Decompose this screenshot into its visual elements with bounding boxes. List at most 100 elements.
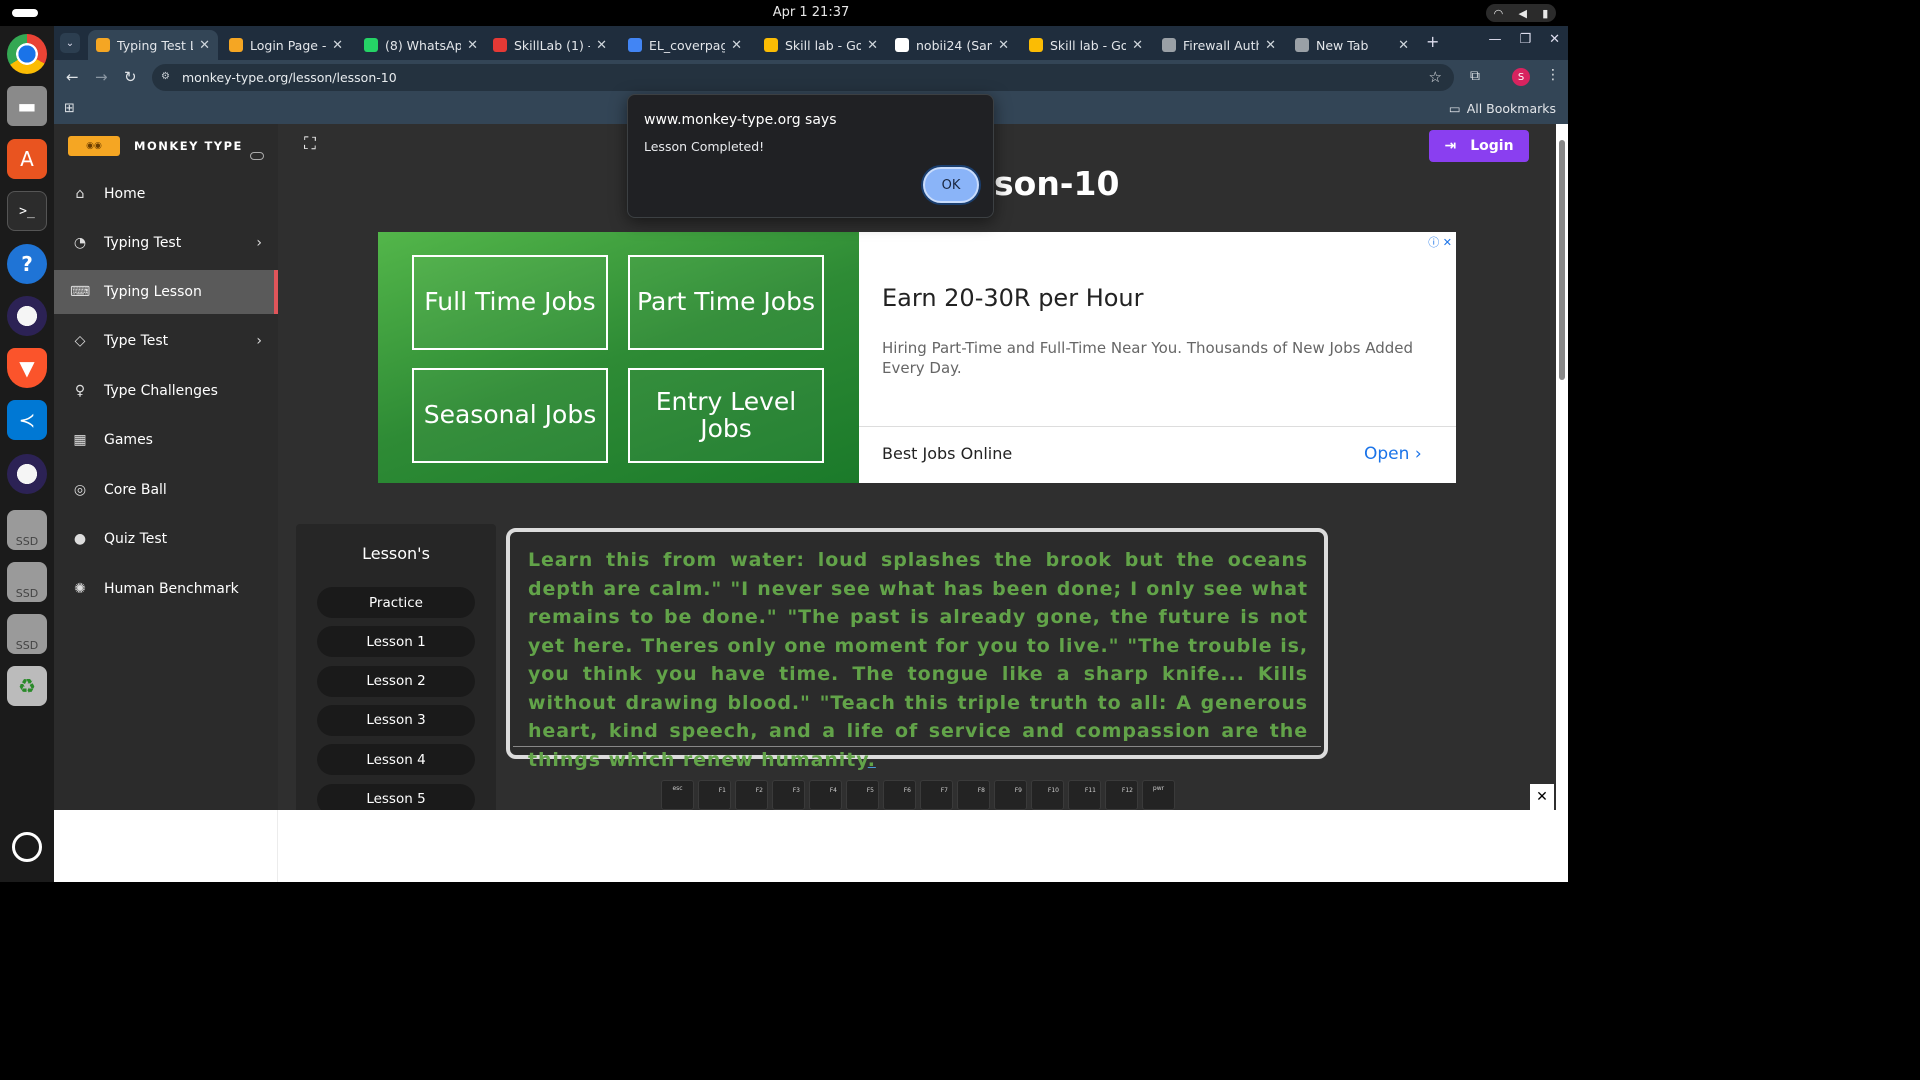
help-icon[interactable]: ? xyxy=(7,244,47,284)
ad-tile[interactable]: Entry Level Jobs xyxy=(628,368,824,463)
ad-tile[interactable]: Part Time Jobs xyxy=(628,255,824,350)
tab-search-icon[interactable]: ⌄ xyxy=(60,33,80,53)
ad-tile[interactable]: Seasonal Jobs xyxy=(412,368,608,463)
eclipse-icon[interactable] xyxy=(7,296,47,336)
sidebar-item[interactable]: ♀ Type Challenges xyxy=(54,369,278,413)
system-tray[interactable]: ◠ ◀ ▮ xyxy=(1486,4,1556,22)
lesson-button[interactable]: Lesson 1 xyxy=(317,626,475,658)
theme-toggle[interactable] xyxy=(250,152,264,160)
browser-tab[interactable]: Typing Test Le ✕ xyxy=(88,30,218,60)
lesson-button[interactable]: Lesson 4 xyxy=(317,744,475,776)
show-apps-icon[interactable] xyxy=(12,832,42,862)
ad-image[interactable]: Full Time Jobs Part Time Jobs Seasonal J… xyxy=(378,232,859,483)
favicon-icon xyxy=(493,38,507,52)
keyboard-icon: ⌨ xyxy=(70,284,91,300)
tab-close-icon[interactable]: ✕ xyxy=(467,38,478,53)
monkey-logo-icon: ◉◉ xyxy=(68,136,120,156)
url-text: monkey-type.org/lesson/lesson-10 xyxy=(182,70,397,85)
minimize-icon[interactable]: — xyxy=(1488,32,1501,47)
trash-icon[interactable]: ♻ xyxy=(7,666,47,706)
lesson-button[interactable]: Lesson 5 xyxy=(317,783,475,810)
tab-title: New Tab xyxy=(1316,37,1369,53)
sidebar-item[interactable]: ● Quiz Test xyxy=(54,517,278,561)
browser-tab[interactable]: Login Page - W ✕ xyxy=(221,30,351,60)
tab-close-icon[interactable]: ✕ xyxy=(596,38,607,53)
ssd-drive-icon[interactable]: SSD xyxy=(7,614,47,654)
lesson-text-box[interactable]: Learn this from water: loud splashes the… xyxy=(506,528,1328,771)
restore-icon[interactable]: ❐ xyxy=(1519,32,1531,47)
back-icon[interactable]: ← xyxy=(66,68,79,86)
brave-icon[interactable]: ▼ xyxy=(7,348,47,388)
sidebar-item[interactable]: ▦ Games xyxy=(54,418,278,462)
ssd-drive-icon[interactable]: SSD xyxy=(7,510,47,550)
app-center-icon[interactable]: A xyxy=(7,139,47,179)
reload-icon[interactable]: ↻ xyxy=(124,68,137,86)
page-scrollbar[interactable] xyxy=(1556,124,1568,810)
browser-tab[interactable]: Skill lab - Goo ✕ xyxy=(1021,30,1151,60)
files-icon[interactable]: ▬ xyxy=(7,86,47,126)
forward-icon[interactable]: → xyxy=(95,68,108,86)
system-clock[interactable]: Apr 1 21:37 xyxy=(0,5,1622,20)
chrome-icon[interactable] xyxy=(7,34,47,74)
ad-advertiser: Best Jobs Online xyxy=(882,444,1013,463)
keyboard-key: esc xyxy=(661,780,694,810)
lesson-button[interactable]: Lesson 2 xyxy=(317,665,475,697)
chevron-right-icon[interactable]: › xyxy=(256,235,262,251)
browser-tab[interactable]: (8) WhatsApp ✕ xyxy=(356,30,486,60)
tab-title: Login Page - W xyxy=(250,37,327,53)
ad-choices-icon[interactable]: ⓘ ✕ xyxy=(1428,234,1452,250)
tab-close-icon[interactable]: ✕ xyxy=(731,38,742,53)
browser-tab[interactable]: Firewall Auth ✕ xyxy=(1154,30,1284,60)
ad-tile[interactable]: Full Time Jobs xyxy=(412,255,608,350)
browser-menu-icon[interactable]: ⋮ xyxy=(1546,67,1560,83)
terminal-icon[interactable]: >_ xyxy=(7,191,47,231)
profile-avatar[interactable]: S xyxy=(1512,68,1530,86)
ad-description: Hiring Part-Time and Full-Time Near You.… xyxy=(882,339,1413,377)
brand-name: MONKEY TYPE xyxy=(134,139,243,153)
sidebar-item[interactable]: ⌨ Typing Lesson xyxy=(54,270,278,314)
browser-tab[interactable]: New Tab ✕ xyxy=(1287,30,1417,60)
lesson-button[interactable]: Practice xyxy=(317,587,475,618)
bookmark-star-icon[interactable]: ☆ xyxy=(1429,68,1442,86)
browser-tab[interactable]: EL_coverpage ✕ xyxy=(620,30,750,60)
scrollbar-thumb[interactable] xyxy=(1559,140,1565,380)
new-tab-button[interactable]: + xyxy=(1426,32,1439,51)
ad-headline[interactable]: Earn 20-30R per Hour xyxy=(882,284,1144,312)
browser-tab[interactable]: nobii24 (Sam ✕ xyxy=(887,30,1017,60)
apps-grid-icon[interactable]: ⊞ xyxy=(64,101,75,116)
tab-close-icon[interactable]: ✕ xyxy=(1398,38,1409,53)
brand[interactable]: ◉◉ MONKEY TYPE xyxy=(68,136,243,156)
advertisement[interactable]: Full Time Jobs Part Time Jobs Seasonal J… xyxy=(378,232,1456,483)
tab-close-icon[interactable]: ✕ xyxy=(1132,38,1143,53)
sidebar-item[interactable]: ◇ Type Test › xyxy=(54,319,278,363)
address-bar[interactable]: ⚙ monkey-type.org/lesson/lesson-10 ☆ xyxy=(152,64,1454,91)
sidebar-item[interactable]: ⌂ Home xyxy=(54,172,278,216)
tab-close-icon[interactable]: ✕ xyxy=(1265,38,1276,53)
sidebar-item[interactable]: ✺ Human Benchmark xyxy=(54,567,278,611)
vscode-icon[interactable]: ≺ xyxy=(7,400,47,440)
tab-close-icon[interactable]: ✕ xyxy=(199,38,210,53)
tab-close-icon[interactable]: ✕ xyxy=(332,38,343,53)
eclipse-icon[interactable] xyxy=(7,454,47,494)
ok-button[interactable]: OK xyxy=(923,167,979,203)
folder-icon: ▭ xyxy=(1448,101,1461,116)
close-window-icon[interactable]: ✕ xyxy=(1549,32,1560,47)
all-bookmarks-button[interactable]: ▭ All Bookmarks xyxy=(1449,101,1556,116)
chevron-right-icon[interactable]: › xyxy=(256,333,262,349)
browser-tab[interactable]: SkillLab (1) - S ✕ xyxy=(485,30,615,60)
tab-close-icon[interactable]: ✕ xyxy=(867,38,878,53)
site-info-icon[interactable]: ⚙ xyxy=(161,71,173,83)
login-button[interactable]: ⇥ Login xyxy=(1429,130,1529,162)
ad-open-button[interactable]: Open › xyxy=(1364,444,1422,464)
ssd-drive-icon[interactable]: SSD xyxy=(7,562,47,602)
browser-tab[interactable]: Skill lab - Goo ✕ xyxy=(756,30,886,60)
sidebar-item[interactable]: ◔ Typing Test › xyxy=(54,221,278,265)
lesson-button[interactable]: Lesson 3 xyxy=(317,704,475,736)
benchmark-icon: ✺ xyxy=(74,581,86,597)
extensions-icon[interactable]: ⧉ xyxy=(1470,68,1480,84)
close-icon[interactable]: ✕ xyxy=(1530,784,1554,810)
sidebar-item[interactable]: ◎ Core Ball xyxy=(54,468,278,512)
tab-close-icon[interactable]: ✕ xyxy=(998,38,1009,53)
fullscreen-icon[interactable]: ⛶ xyxy=(304,134,316,154)
favicon-icon xyxy=(628,38,642,52)
